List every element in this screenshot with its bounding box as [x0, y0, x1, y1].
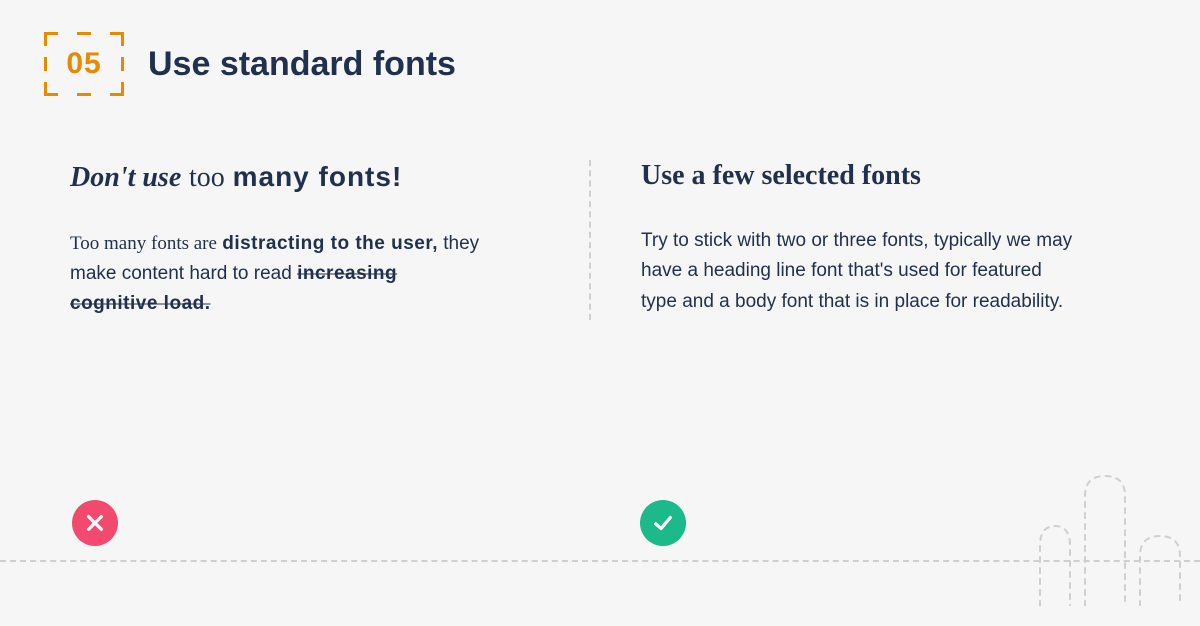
dont-heading-part3: many fonts!	[233, 161, 403, 192]
cactus-decoration	[1020, 456, 1190, 606]
page-title: Use standard fonts	[148, 45, 456, 84]
check-icon	[640, 500, 686, 546]
dont-body: Too many fonts are distracting to the us…	[70, 229, 490, 320]
dont-body-part2: distracting to the user,	[222, 233, 438, 254]
dont-column: Don't use too many fonts! Too many fonts…	[70, 160, 589, 320]
slide-number: 05	[66, 47, 101, 81]
dont-heading-part1: Don't use	[70, 162, 181, 193]
dont-heading-part2: too	[189, 162, 225, 193]
do-body: Try to stick with two or three fonts, ty…	[641, 226, 1081, 317]
dont-heading: Don't use too many fonts!	[70, 160, 549, 195]
do-column: Use a few selected fonts Try to stick wi…	[589, 160, 1120, 320]
cross-icon	[72, 500, 118, 546]
dont-body-part1: Too many fonts are	[70, 233, 217, 254]
header: 05 Use standard fonts	[48, 36, 456, 92]
number-frame: 05	[48, 36, 120, 92]
comparison-columns: Don't use too many fonts! Too many fonts…	[70, 160, 1120, 320]
do-heading: Use a few selected fonts	[641, 160, 1120, 192]
